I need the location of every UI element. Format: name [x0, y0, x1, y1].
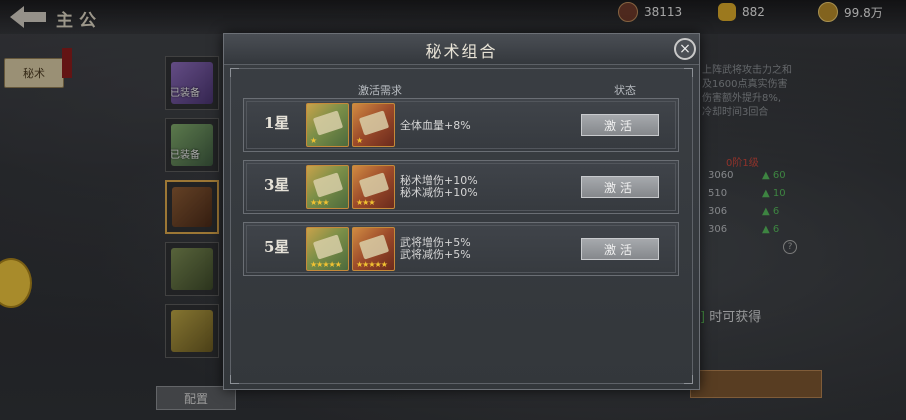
combo-modal: 秘术组合 × 激活需求 状态 1星 ★ ★ 全体血量+8% 激活 3星 ★★★ …	[223, 33, 700, 390]
column-header-status: 状态	[614, 84, 636, 97]
close-icon: ×	[679, 41, 691, 57]
combo-row-1star: 1星 ★ ★ 全体血量+8% 激活	[243, 98, 679, 152]
combo-row-5star: 5星 ★★★★★ ★★★★★ 武将增伤+5% 武将减伤+5% 激活	[243, 222, 679, 276]
book-green-icon: ★	[306, 103, 349, 147]
book-green-icon: ★★★★★	[306, 227, 349, 271]
activate-button[interactable]: 激活	[581, 176, 659, 198]
frame-corner	[230, 68, 239, 77]
frame-corner	[684, 68, 693, 77]
combo-effects: 武将增伤+5% 武将减伤+5%	[400, 237, 471, 261]
book-red-icon: ★	[352, 103, 395, 147]
modal-title: 秘术组合	[425, 42, 498, 61]
star-rating: ★★★★★	[356, 260, 388, 269]
activate-button[interactable]: 激活	[581, 238, 659, 260]
star-requirement: 3星	[264, 176, 290, 194]
effect-line: 秘术减伤+10%	[400, 186, 478, 199]
star-rating: ★★★	[356, 198, 375, 207]
book-red-icon: ★★★★★	[352, 227, 395, 271]
star-rating: ★	[356, 136, 363, 145]
effect-line: 武将减伤+5%	[400, 248, 471, 261]
combo-effects: 秘术增伤+10% 秘术减伤+10%	[400, 175, 478, 199]
star-requirement: 5星	[264, 238, 290, 256]
combo-row-3star: 3星 ★★★ ★★★ 秘术增伤+10% 秘术减伤+10% 激活	[243, 160, 679, 214]
frame-corner	[230, 375, 239, 384]
star-rating: ★★★	[310, 198, 329, 207]
star-requirement: 1星	[264, 114, 290, 132]
book-green-icon: ★★★	[306, 165, 349, 209]
close-button[interactable]: ×	[674, 38, 696, 60]
combo-effects: 全体血量+8%	[400, 120, 471, 132]
star-rating: ★★★★★	[310, 260, 342, 269]
activate-button[interactable]: 激活	[581, 114, 659, 136]
modal-title-bar: 秘术组合	[224, 34, 699, 65]
star-rating: ★	[310, 136, 317, 145]
frame-corner	[684, 375, 693, 384]
column-header-requirement: 激活需求	[358, 84, 402, 97]
effect-line: 全体血量+8%	[400, 119, 471, 132]
book-red-icon: ★★★	[352, 165, 395, 209]
